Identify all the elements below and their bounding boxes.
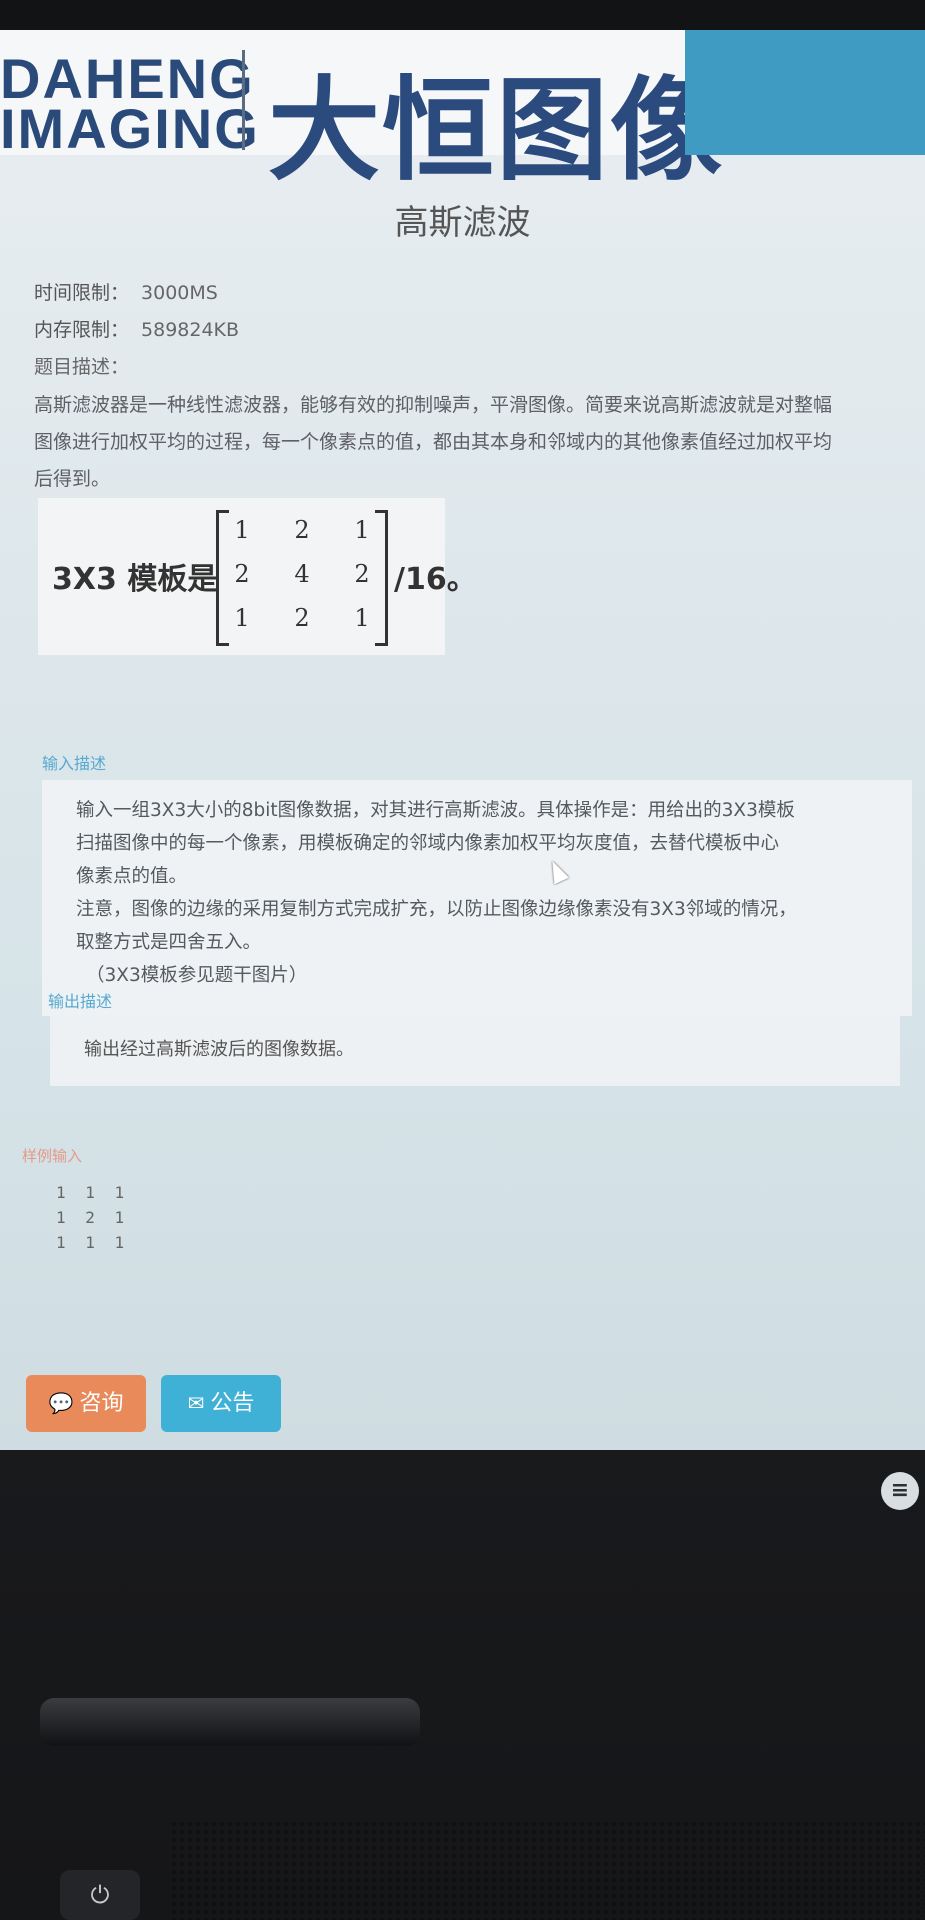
sample-input-row: 1 2 1 bbox=[56, 1208, 125, 1227]
envelope-icon: ✉ bbox=[187, 1391, 205, 1415]
matrix-cell: 2 bbox=[294, 604, 310, 632]
time-limit-row: 时间限制： 3000MS bbox=[34, 278, 218, 305]
matrix-cell: 1 bbox=[234, 516, 250, 544]
input-line: 输入一组3X3大小的8bit图像数据，对其进行高斯滤波。具体操作是：用给出的3X… bbox=[76, 800, 795, 821]
chat-icon: 💬 bbox=[48, 1391, 74, 1415]
input-line: 取整方式是四舍五入。 bbox=[76, 932, 262, 953]
memory-limit-row: 内存限制： 589824KB bbox=[34, 315, 239, 342]
matrix-suffix: /16。 bbox=[394, 562, 477, 597]
description-line: 高斯滤波器是一种线性滤波器，能够有效的抑制噪声，平滑图像。简要来说高斯滤波就是对… bbox=[34, 394, 833, 416]
matrix-cell: 4 bbox=[294, 560, 310, 588]
input-section-label: 输入描述 bbox=[42, 754, 107, 773]
description-label: 题目描述： bbox=[34, 356, 130, 378]
memory-limit-value: 589824KB bbox=[141, 319, 240, 341]
gaussian-matrix: 1 2 1 2 4 2 1 2 1 bbox=[216, 510, 388, 646]
company-banner: DAHENG IMAGING 大恒图像 bbox=[0, 30, 925, 196]
sample-input-row: 1 1 1 bbox=[56, 1183, 125, 1202]
consult-button[interactable]: 💬 咨询 bbox=[26, 1375, 146, 1432]
output-description-text: 输出经过高斯滤波后的图像数据。 bbox=[84, 1039, 354, 1060]
time-limit-label: 时间限制： bbox=[34, 282, 130, 304]
laptop-screen: DAHENG IMAGING 大恒图像 高斯滤波 时间限制： 3000MS 内存限… bbox=[0, 30, 925, 1450]
output-description-panel: 输出经过高斯滤波后的图像数据。 bbox=[50, 1015, 900, 1086]
sample-input-label: 样例输入 bbox=[22, 1147, 83, 1165]
description-line: 后得到。 bbox=[34, 468, 111, 490]
consult-button-label: 咨询 bbox=[79, 1391, 124, 1416]
matrix-cell: 1 bbox=[354, 516, 370, 544]
input-line: 扫描图像中的每一个像素，用模板确定的邻域内像素加权平均灰度值，去替代模板中心 bbox=[76, 833, 780, 854]
logo-divider bbox=[242, 50, 245, 150]
input-description-panel: 输入一组3X3大小的8bit图像数据，对其进行高斯滤波。具体操作是：用给出的3X… bbox=[42, 780, 912, 1016]
matrix-cell: 2 bbox=[234, 560, 250, 588]
template-image: 3X3 模板是 1 2 1 2 4 2 1 2 1 /16。 bbox=[38, 498, 477, 655]
banner-accent-block bbox=[685, 30, 925, 155]
logo-english-line2: IMAGING bbox=[0, 97, 260, 160]
matrix-label: 3X3 模板是 bbox=[52, 562, 218, 597]
problem-page: 高斯滤波 时间限制： 3000MS 内存限制： 589824KB 题目描述： 高斯滤… bbox=[0, 155, 925, 1450]
matrix-cell: 2 bbox=[354, 560, 370, 588]
input-line: 像素点的值。 bbox=[76, 866, 188, 887]
problem-description: 高斯滤波器是一种线性滤波器，能够有效的抑制噪声，平滑图像。简要来说高斯滤波就是对… bbox=[34, 387, 925, 498]
power-icon[interactable]: ⏻ bbox=[60, 1870, 140, 1920]
notice-button[interactable]: ✉ 公告 bbox=[161, 1375, 281, 1432]
description-line: 图像进行加权平均的过程，每一个像素点的值，都由其本身和邻域内的其他像素值经过加权… bbox=[34, 431, 833, 453]
sample-input-row: 1 1 1 bbox=[56, 1233, 125, 1252]
laptop-hinge bbox=[40, 1698, 420, 1746]
photo-of-laptop-screen: DAHENG IMAGING 大恒图像 高斯滤波 时间限制： 3000MS 内存限… bbox=[0, 0, 925, 1920]
notice-button-label: 公告 bbox=[210, 1391, 255, 1416]
speaker-grille bbox=[170, 1820, 925, 1920]
settings-icon[interactable]: ≡ bbox=[881, 1472, 919, 1510]
output-section-label: 输出描述 bbox=[48, 992, 113, 1011]
input-line: 注意，图像的边缘的采用复制方式完成扩充，以防止图像边缘像素没有3X3邻域的情况， bbox=[76, 899, 797, 920]
input-description-text: 输入一组3X3大小的8bit图像数据，对其进行高斯滤波。具体操作是：用给出的3X… bbox=[76, 794, 896, 992]
memory-limit-label: 内存限制： bbox=[34, 319, 130, 341]
page-title: 高斯滤波 bbox=[394, 203, 531, 243]
input-line: （3X3模板参见题干图片） bbox=[86, 965, 308, 986]
time-limit-value: 3000MS bbox=[141, 282, 218, 304]
matrix-cell: 2 bbox=[294, 516, 310, 544]
matrix-cell: 1 bbox=[234, 604, 250, 632]
matrix-cell: 1 bbox=[354, 604, 370, 632]
laptop-bezel-top bbox=[0, 0, 925, 30]
